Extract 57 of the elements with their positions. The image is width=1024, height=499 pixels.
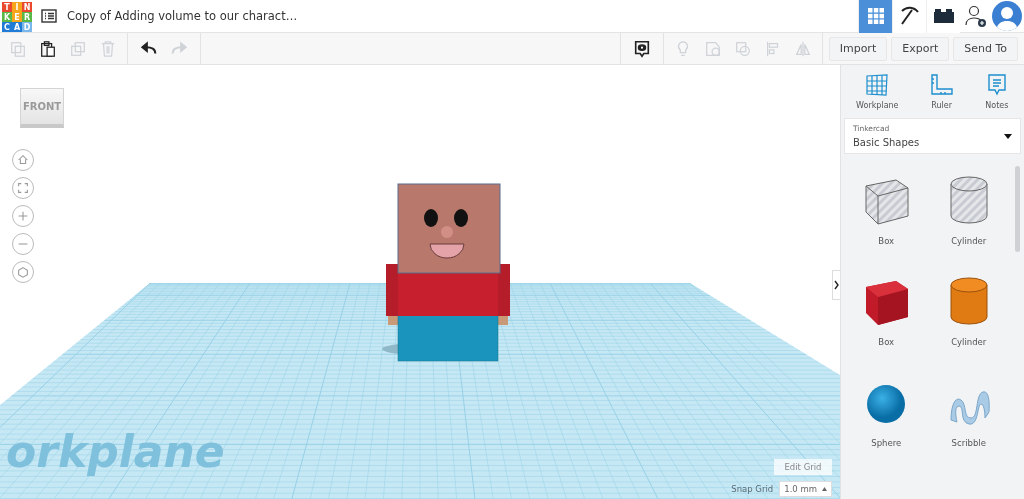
shape-item[interactable]: Box bbox=[845, 174, 928, 275]
ruler-tool-button[interactable]: Ruler bbox=[928, 73, 955, 110]
view-mode-button[interactable] bbox=[926, 0, 960, 33]
shape-item[interactable]: Scribble bbox=[927, 376, 1010, 477]
duplicate-icon bbox=[69, 39, 87, 58]
avatar-icon[interactable] bbox=[992, 1, 1022, 31]
zoom-out-icon[interactable] bbox=[12, 233, 34, 255]
zoom-in-icon[interactable] bbox=[12, 205, 34, 227]
note-eye-icon bbox=[632, 39, 651, 58]
project-title[interactable]: Copy of Adding volume to our charact… bbox=[67, 9, 858, 23]
logo-letter: R bbox=[22, 12, 32, 22]
snap-grid-label: Snap Grid bbox=[731, 484, 774, 494]
action-button[interactable]: Export bbox=[891, 36, 950, 61]
grid-icon bbox=[866, 7, 885, 25]
logo[interactable]: T I N K E R C A D bbox=[2, 2, 32, 32]
chevron-icon bbox=[834, 280, 839, 290]
mirror-icon bbox=[793, 39, 812, 58]
caret-icon bbox=[822, 487, 827, 491]
shape-item[interactable]: Box bbox=[845, 275, 928, 376]
workplane-tool-button[interactable]: Workplane bbox=[856, 73, 899, 110]
logo-letter: C bbox=[2, 22, 12, 32]
logo-letter: E bbox=[12, 12, 22, 22]
collapse-panel-button[interactable] bbox=[832, 270, 840, 300]
grid-floor[interactable] bbox=[0, 283, 840, 499]
home-icon[interactable] bbox=[12, 149, 34, 171]
action-button[interactable]: Import bbox=[828, 36, 888, 61]
edit-grid-button[interactable]: Edit Grid bbox=[774, 459, 832, 475]
pickaxe-icon bbox=[898, 5, 921, 27]
logo-letter: D bbox=[22, 22, 32, 32]
shape-item[interactable]: Cylinder bbox=[927, 174, 1010, 275]
logo-letter: N bbox=[22, 2, 32, 12]
logo-letter: K bbox=[2, 12, 12, 22]
ruler-icon bbox=[928, 73, 955, 97]
shape-item[interactable]: Sphere bbox=[845, 376, 928, 477]
logo-letter: A bbox=[12, 22, 22, 32]
logo-letter: T bbox=[2, 2, 12, 12]
notes-tool-button[interactable]: Notes bbox=[984, 73, 1009, 110]
list-icon[interactable] bbox=[41, 9, 57, 23]
character-drawing[interactable] bbox=[386, 183, 510, 362]
shape-icon bbox=[703, 39, 722, 58]
shape-item[interactable]: Cylinder bbox=[927, 275, 1010, 376]
snap-grid-dropdown[interactable]: 1.0 mm bbox=[779, 481, 832, 497]
copy-icon bbox=[9, 39, 27, 58]
fit-view-icon[interactable] bbox=[12, 177, 34, 199]
library-name: Basic Shapes bbox=[853, 137, 920, 148]
brick-icon bbox=[932, 8, 955, 24]
workplane-icon bbox=[864, 73, 891, 97]
logo-letter: I bbox=[12, 2, 22, 12]
caret-icon bbox=[1004, 133, 1012, 139]
workplane-label: orkplane bbox=[6, 426, 225, 477]
action-button[interactable]: Send To bbox=[953, 36, 1018, 61]
view-mode-button[interactable] bbox=[892, 0, 926, 33]
perspective-icon[interactable] bbox=[12, 261, 34, 283]
hole-icon bbox=[733, 39, 752, 58]
trash-icon bbox=[99, 39, 117, 58]
scrollbar[interactable] bbox=[1015, 166, 1020, 252]
clipboard-icon bbox=[39, 39, 57, 58]
